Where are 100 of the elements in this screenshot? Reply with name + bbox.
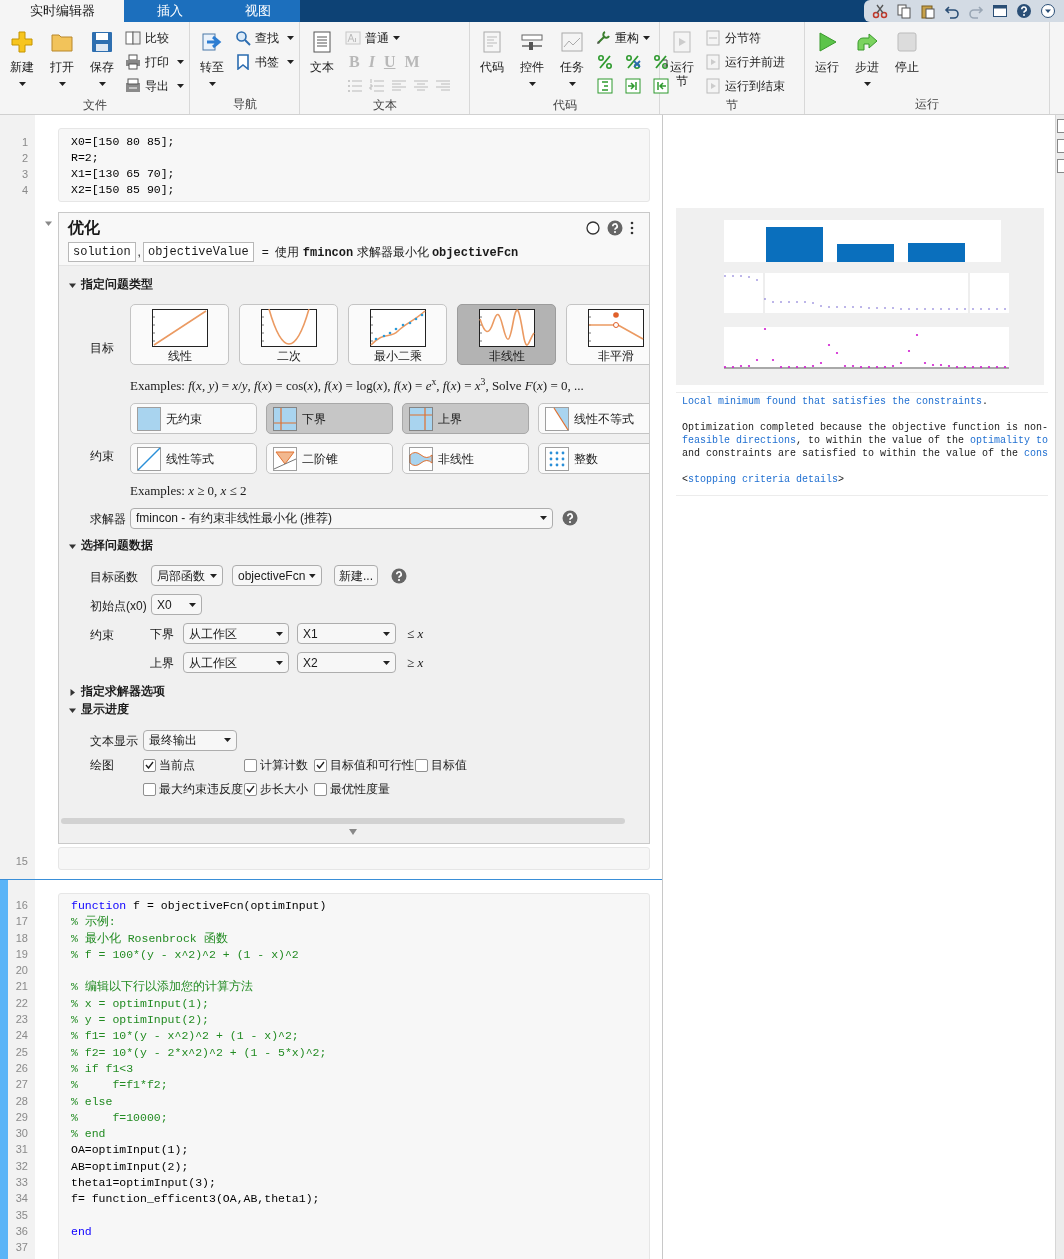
toolbar-button[interactable]: 停止 [890,26,924,96]
caret-icon [276,631,283,636]
uncomment-icon[interactable] [625,54,641,70]
undo-icon[interactable] [944,3,960,19]
constraint-type-tile[interactable]: 上界 [402,403,529,434]
panel-icon[interactable] [1057,159,1064,173]
scrollbar[interactable] [61,818,625,824]
toolbar-button[interactable]: 保存 [85,26,119,96]
toolbar-button[interactable]: 任务 [555,26,589,96]
link[interactable]: Local minimum found that satisfies the constraints [682,396,983,407]
dropdown[interactable]: 从工作区 [183,623,289,644]
help-icon[interactable] [1016,3,1032,19]
toolbar-button[interactable]: 步进 [850,26,884,96]
toolbar-button[interactable]: 打开 [45,26,79,96]
checkbox[interactable] [244,758,257,772]
section-heading[interactable]: 选择问题数据 [69,537,649,555]
ribbon-tab[interactable]: 实时编辑器 [0,0,124,22]
toolbar-button[interactable]: 运行并前进 [705,50,785,74]
section-heading[interactable]: 指定问题类型 [69,276,649,294]
dropdown[interactable]: 局部函数 [151,565,223,586]
smart-indent-icon[interactable] [597,78,613,94]
toolbar-button[interactable]: 比较 [125,26,184,50]
output-variable-field[interactable]: objectiveValue [142,242,254,262]
code-line: % x = optimInput(1); [71,995,211,1012]
toolbar-button[interactable]: 书签 [235,50,294,74]
task-title: 优化 [68,218,100,238]
dropdown[interactable]: X0 [151,594,202,615]
help-icon[interactable] [607,220,623,236]
toolbar-button[interactable]: 运行到结束 [705,74,785,98]
window-icon[interactable] [992,3,1008,19]
checkbox[interactable] [314,782,327,796]
help-icon[interactable] [562,510,578,526]
objective-type-tile[interactable]: 非线性 [457,304,556,365]
dropdown-icon[interactable] [1040,3,1056,19]
line-number: 36 [15,1223,28,1239]
ribbon-tab[interactable]: 插入 [124,0,215,22]
wave-plot-icon [478,309,535,347]
section-heading[interactable]: 指定求解器选项 [69,683,649,701]
dropdown[interactable]: X2 [297,652,396,673]
dropdown[interactable]: fmincon - 有约束非线性最小化 (推荐) [130,507,553,529]
link[interactable]: stopping criteria details [688,474,839,485]
objective-type-tile[interactable]: 二次 [239,304,338,365]
group-label: 代码 [551,98,578,114]
section-heading[interactable]: 显示进度 [69,701,649,719]
more-options-icon[interactable] [630,221,634,235]
toolbar-button[interactable]: 代码 [475,26,509,96]
checkbox[interactable] [143,782,156,796]
toolbar-button[interactable]: 文本 [305,26,339,96]
comment-icon[interactable] [597,54,613,70]
line-number: 3 [21,167,28,182]
scissors-icon[interactable] [872,3,888,19]
toolbar-button[interactable]: 转至 [195,26,229,96]
new-button[interactable]: 新建... [334,565,378,586]
panel-icon[interactable] [1057,139,1064,153]
output-variable-field[interactable]: solution [68,242,136,262]
link[interactable]: optimality to [970,435,1049,446]
panel-icon[interactable] [1057,119,1064,133]
checkbox-label: 最优性度量 [330,781,390,798]
checkbox[interactable] [143,758,156,772]
constraint-type-tile[interactable]: 无约束 [130,403,257,434]
increase-indent-icon[interactable] [625,78,641,94]
dropdown[interactable]: X1 [297,623,396,644]
objective-type-tile[interactable]: 非平滑 [566,304,649,365]
constraint-type-tile[interactable]: 线性等式 [130,443,257,474]
circle-icon[interactable] [586,221,600,235]
help-icon[interactable] [391,567,407,584]
wrench-icon [595,30,611,46]
decrease-indent-icon[interactable] [653,78,669,94]
expand-arrow-icon[interactable] [349,829,357,835]
document-play-icon [705,78,721,94]
toolbar-button[interactable]: 运行 [810,26,844,96]
ribbon-tab[interactable]: 视图 [215,0,300,22]
checkbox[interactable] [314,758,327,772]
constraint-type-tile[interactable]: 二阶锥 [266,443,393,474]
constraint-type-tile[interactable]: 线性不等式 [538,403,649,434]
objective-type-tile[interactable]: 最小二乘 [348,304,447,365]
checkbox[interactable] [415,758,428,772]
collapse-icon[interactable] [45,220,52,227]
text-style-dropdown[interactable]: 普通 [345,26,451,50]
code-line: X0=[150 80 85]; [71,134,176,150]
dropdown[interactable]: 从工作区 [183,652,289,673]
dropdown[interactable]: objectiveFcn [232,565,322,586]
objective-type-tile[interactable]: 线性 [130,304,229,365]
font-style-icon [345,30,361,46]
link[interactable]: feasible directions [682,435,797,446]
toolbar-button[interactable]: 新建 [5,26,39,96]
constraint-type-tile[interactable]: 下界 [266,403,393,434]
toolbar-button[interactable]: 导出 [125,74,184,98]
constraint-type-tile[interactable]: 非线性 [402,443,529,474]
toolbar-button[interactable]: 分节符 [705,26,785,50]
toolbar-button[interactable]: 控件 [515,26,549,96]
checkbox[interactable] [244,782,257,796]
link[interactable]: cons [1024,448,1049,459]
copy-icon[interactable] [896,3,912,19]
dropdown[interactable]: 最终输出 [143,729,237,751]
clipboard-icon[interactable] [920,3,936,19]
constraint-type-tile[interactable]: 整数 [538,443,649,474]
toolbar-button[interactable]: 查找 [235,26,294,50]
wrap-comments-icon[interactable] [653,54,669,70]
toolbar-button[interactable]: 打印 [125,50,184,74]
